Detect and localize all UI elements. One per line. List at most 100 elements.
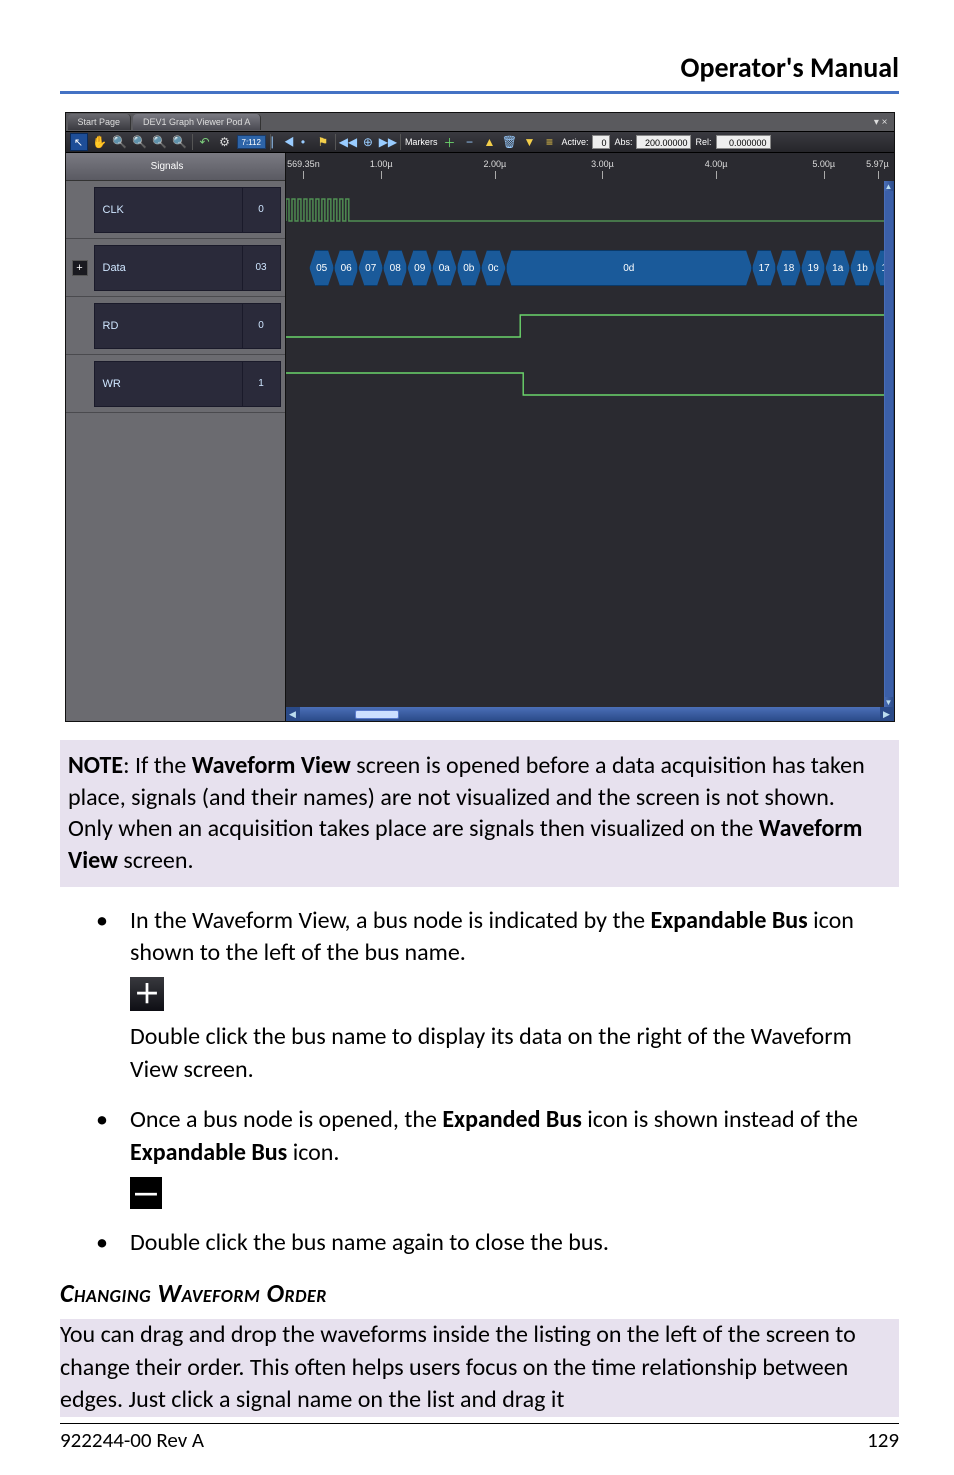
- time-ruler: 569.35n1.00µ2.00µ3.00µ4.00µ5.00µ5.97µ: [286, 153, 884, 181]
- signal-row[interactable]: + Data03: [66, 239, 285, 297]
- bullet-close-bus: Double click the bus name again to close…: [130, 1227, 899, 1259]
- ruler-tick-label: 2.00µ: [483, 159, 506, 169]
- waveform-wr: [286, 355, 884, 413]
- bus-data-cell: 0a: [432, 250, 457, 286]
- marker-add-icon[interactable]: ＋: [441, 134, 457, 150]
- toolbar-separator: [400, 134, 401, 150]
- abs-value[interactable]: 200.00000: [636, 135, 691, 149]
- signals-column-header: Signals: [94, 161, 241, 172]
- undo-icon[interactable]: ↶: [197, 134, 213, 150]
- zoom-in-icon[interactable]: 🔍: [132, 134, 148, 150]
- bus-data-cell: 1b: [850, 250, 875, 286]
- note-callout: NOTE: If the Waveform View screen is ope…: [60, 740, 899, 887]
- marker-prev-icon[interactable]: ▲: [481, 134, 497, 150]
- waveform-rd: [286, 297, 884, 355]
- prev-edge-icon[interactable]: ◀◀: [340, 134, 356, 150]
- marker-list-icon[interactable]: ≡: [541, 134, 557, 150]
- section-body: You can drag and drop the waveforms insi…: [60, 1319, 899, 1416]
- bus-data-cell: 08: [383, 250, 408, 286]
- bullet-expanded-bus: Once a bus node is opened, the Expanded …: [130, 1104, 899, 1209]
- signal-value: 0: [243, 303, 281, 349]
- bus-data-cell: 09: [407, 250, 432, 286]
- signal-row[interactable]: WR1: [66, 355, 285, 413]
- toolbar-separator: [335, 134, 336, 150]
- waveform-screenshot: Start Page DEV1 Graph Viewer Pod A ▾ × ↖…: [65, 112, 895, 722]
- pin-icon[interactable]: •: [295, 134, 311, 150]
- signal-value: 0: [243, 187, 281, 233]
- signal-list-header: Signals: [66, 153, 285, 181]
- scroll-left-icon[interactable]: ◀: [286, 707, 300, 721]
- rel-label: Rel:: [695, 137, 711, 147]
- markers-label: Markers: [405, 137, 438, 147]
- body-bullet-list: In the Waveform View, a bus node is indi…: [60, 905, 899, 1260]
- scroll-thumb[interactable]: [355, 710, 399, 719]
- note-wf-view-1: Waveform View: [192, 751, 351, 780]
- bus-data-cell: 0d: [506, 250, 752, 286]
- rel-value[interactable]: 0.000000: [716, 135, 771, 149]
- zoom-out-icon[interactable]: 🔍: [112, 134, 128, 150]
- zoom-fit-icon[interactable]: 🔍: [152, 134, 168, 150]
- signal-name[interactable]: WR: [94, 361, 243, 407]
- bus-data-cell: 17: [752, 250, 777, 286]
- signal-name[interactable]: CLK: [94, 187, 243, 233]
- tab-graph-viewer[interactable]: DEV1 Graph Viewer Pod A: [133, 114, 261, 130]
- signal-value: 03: [243, 245, 281, 291]
- waveform-clk: [286, 181, 884, 239]
- waveform-canvas[interactable]: 569.35n 1.00µ 2.00µ 3.00µ 4.00µ 5.00µ 5.97µ 05…: [286, 153, 894, 721]
- scroll-right-icon[interactable]: ▶: [880, 707, 894, 721]
- bus-data-cell: 0c: [481, 250, 506, 286]
- pointer-tool-icon[interactable]: ↖: [70, 133, 88, 151]
- marker-next-icon[interactable]: ▼: [521, 134, 537, 150]
- bus-data-cell: 05: [309, 250, 334, 286]
- expand-cell[interactable]: +: [66, 260, 94, 276]
- scale-readout: 7:112: [237, 135, 266, 149]
- scroll-up-icon[interactable]: ▲: [884, 181, 894, 191]
- ruler-tick-label: 1.00µ: [370, 159, 393, 169]
- bus-data-cell: 0b: [457, 250, 482, 286]
- window-menu-icon[interactable]: ▾ ×: [874, 117, 888, 128]
- signal-list-panel: Signals CLK0+Data03RD0WR1: [66, 153, 286, 721]
- signal-name[interactable]: Data: [94, 245, 243, 291]
- bus-data-cell: 18: [776, 250, 801, 286]
- waveform-data: 05060708090a0b0c0d1718191a1b1c: [286, 239, 884, 297]
- page-footer: 922244-00 Rev A 129: [60, 1423, 899, 1453]
- toolbar: ↖ ✋ 🔍 🔍 🔍 🔍 ↶ ⚙ 7:112 ⎸◀ • ⚑ ◀◀ ⊕ ▶▶ Mar…: [66, 131, 894, 153]
- signal-row[interactable]: RD0: [66, 297, 285, 355]
- bus-data-cell: 07: [358, 250, 383, 286]
- zoom-region-icon[interactable]: 🔍: [172, 134, 188, 150]
- ruler-tick-label: 569.35n: [287, 159, 320, 169]
- section-heading-changing-waveform-order: Changing Waveform Order: [60, 1277, 899, 1309]
- marker-trash-icon[interactable]: 🗑: [501, 134, 517, 150]
- tab-start-page[interactable]: Start Page: [68, 114, 132, 130]
- next-edge-icon[interactable]: ▶▶: [380, 134, 396, 150]
- ruler-tick-label: 4.00µ: [705, 159, 728, 169]
- bus-data-cell: 19: [801, 250, 826, 286]
- flag-icon[interactable]: ⚑: [315, 134, 331, 150]
- footer-page-number: 129: [867, 1427, 899, 1453]
- expand-plus-icon[interactable]: +: [72, 260, 88, 276]
- marker-remove-icon[interactable]: −: [461, 134, 477, 150]
- footer-docid: 922244-00 Rev A: [60, 1427, 204, 1453]
- settings-icon[interactable]: ⚙: [217, 134, 233, 150]
- horizontal-scrollbar[interactable]: ◀ ▶: [286, 707, 894, 721]
- toolbar-separator: [192, 134, 193, 150]
- scroll-down-icon[interactable]: ▼: [884, 697, 894, 707]
- vertical-scrollbar[interactable]: ▲ ▼: [884, 181, 894, 707]
- window-tabs: Start Page DEV1 Graph Viewer Pod A ▾ ×: [66, 113, 894, 131]
- expanded-bus-icon: —: [130, 1177, 162, 1209]
- abs-label: Abs:: [614, 137, 632, 147]
- ruler-tick-label: 5.00µ: [812, 159, 835, 169]
- hand-tool-icon[interactable]: ✋: [92, 134, 108, 150]
- bullet-expandable-bus: In the Waveform View, a bus node is indi…: [130, 905, 899, 1087]
- bullet-expandable-bus-detail: Double click the bus name to display its…: [130, 1021, 899, 1086]
- active-marker-label: Active:: [561, 137, 588, 147]
- note-prefix: NOTE: [68, 751, 123, 780]
- signal-row[interactable]: CLK0: [66, 181, 285, 239]
- signal-name[interactable]: RD: [94, 303, 243, 349]
- ruler-tick-label: 3.00µ: [591, 159, 614, 169]
- center-icon[interactable]: ⊕: [360, 134, 376, 150]
- scroll-thumb[interactable]: [885, 191, 893, 697]
- go-start-icon[interactable]: ⎸◀: [275, 134, 291, 150]
- ruler-tick-label: 5.97µ: [866, 159, 889, 169]
- active-marker-value[interactable]: 0: [592, 135, 610, 149]
